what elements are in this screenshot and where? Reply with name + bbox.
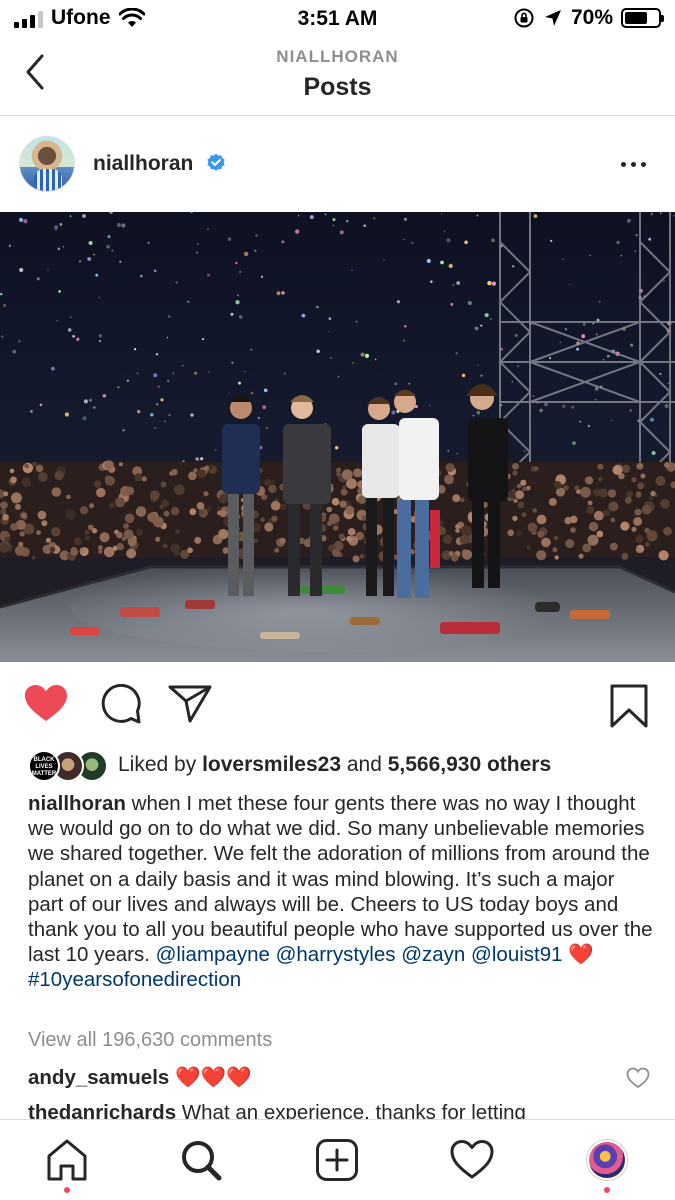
post-author-avatar[interactable] xyxy=(19,136,75,192)
blm-avatar-text: BLACK LIVES MATTER xyxy=(31,757,57,777)
tab-home[interactable] xyxy=(44,1137,90,1183)
tab-new-post[interactable] xyxy=(314,1137,360,1183)
tab-activity[interactable] xyxy=(449,1137,495,1183)
mention-link[interactable]: @liampayne xyxy=(156,943,270,966)
concert-stage-photo xyxy=(0,212,675,662)
profile-activity-dot xyxy=(604,1187,610,1193)
mention-link[interactable]: @zayn xyxy=(401,943,465,966)
header-username: NIALLHORAN xyxy=(276,47,399,66)
search-icon xyxy=(182,1141,222,1181)
likes-middle: and xyxy=(341,753,388,776)
nav-header: NIALLHORAN Posts xyxy=(0,38,675,116)
comment-like-heart-icon[interactable] xyxy=(626,1067,650,1089)
location-arrow-icon xyxy=(544,10,561,26)
likes-prefix: Liked by xyxy=(118,753,203,776)
mention-link[interactable]: @louist91 xyxy=(471,943,562,966)
tab-profile-avatar[interactable] xyxy=(587,1140,627,1180)
likes-count[interactable]: 5,566,930 others xyxy=(388,753,551,776)
comment-item: andy_samuels ❤️❤️❤️ xyxy=(28,1066,638,1090)
home-icon xyxy=(47,1139,87,1181)
status-bar: Ufone 3:51 AM 70% xyxy=(0,0,675,38)
caption-username[interactable]: niallhoran xyxy=(28,792,126,815)
new-post-icon xyxy=(316,1139,358,1181)
back-button[interactable] xyxy=(18,52,54,92)
mention-link[interactable]: @harrystyles xyxy=(276,943,396,966)
chevron-left-icon xyxy=(26,54,44,90)
wifi-icon xyxy=(118,8,145,27)
hashtag-link[interactable]: #10yearsofonedirection xyxy=(28,968,241,991)
post-header: niallhoran xyxy=(0,116,675,212)
activity-icon xyxy=(450,1140,494,1179)
comment-username[interactable]: andy_samuels xyxy=(28,1066,169,1089)
verified-badge-icon xyxy=(207,153,225,171)
status-bar-left: Ufone xyxy=(14,6,145,30)
page-title: Posts xyxy=(303,73,372,101)
orientation-lock-icon xyxy=(514,8,534,28)
carrier-name: Ufone xyxy=(51,6,111,29)
comment-text: What an experience, thanks for letting xyxy=(176,1101,526,1119)
post-actions xyxy=(0,662,675,748)
like-heart-icon[interactable] xyxy=(24,684,68,724)
liker-avatars: BLACK LIVES MATTER xyxy=(28,750,108,782)
share-send-icon[interactable] xyxy=(168,684,212,724)
view-all-comments-link[interactable]: View all 196,630 comments xyxy=(28,1029,272,1052)
status-bar-right: 70% xyxy=(513,6,664,30)
caption-text: when I met these four gents there was no… xyxy=(28,792,653,967)
signal-strength-icon xyxy=(14,8,43,28)
battery-icon xyxy=(621,8,664,28)
comment-item: thedanrichards What an experience, thank… xyxy=(28,1101,638,1119)
home-activity-dot xyxy=(64,1187,70,1193)
caption-heart-emoji: ❤️ xyxy=(568,943,594,967)
more-options-button[interactable] xyxy=(621,154,653,174)
save-bookmark-icon[interactable] xyxy=(610,684,648,728)
comment-username[interactable]: thedanrichards xyxy=(28,1101,176,1119)
comment-icon[interactable] xyxy=(98,684,142,726)
liker-username[interactable]: loversmiles23 xyxy=(202,753,341,776)
comment-text: ❤️❤️❤️ xyxy=(169,1066,252,1089)
likes-summary: Liked by loversmiles23 and 5,566,930 oth… xyxy=(118,753,551,777)
liker-avatar[interactable]: BLACK LIVES MATTER xyxy=(28,750,60,782)
battery-level-fill xyxy=(625,12,648,24)
tab-search[interactable] xyxy=(178,1137,224,1183)
post-photo[interactable] xyxy=(0,212,675,662)
post-author-username[interactable]: niallhoran xyxy=(93,152,193,176)
battery-percent: 70% xyxy=(570,6,613,29)
likes-row: BLACK LIVES MATTER Liked by loversmiles2… xyxy=(0,748,675,782)
post-caption: niallhoran when I met these four gents t… xyxy=(28,791,653,993)
bottom-tab-bar xyxy=(0,1119,675,1200)
